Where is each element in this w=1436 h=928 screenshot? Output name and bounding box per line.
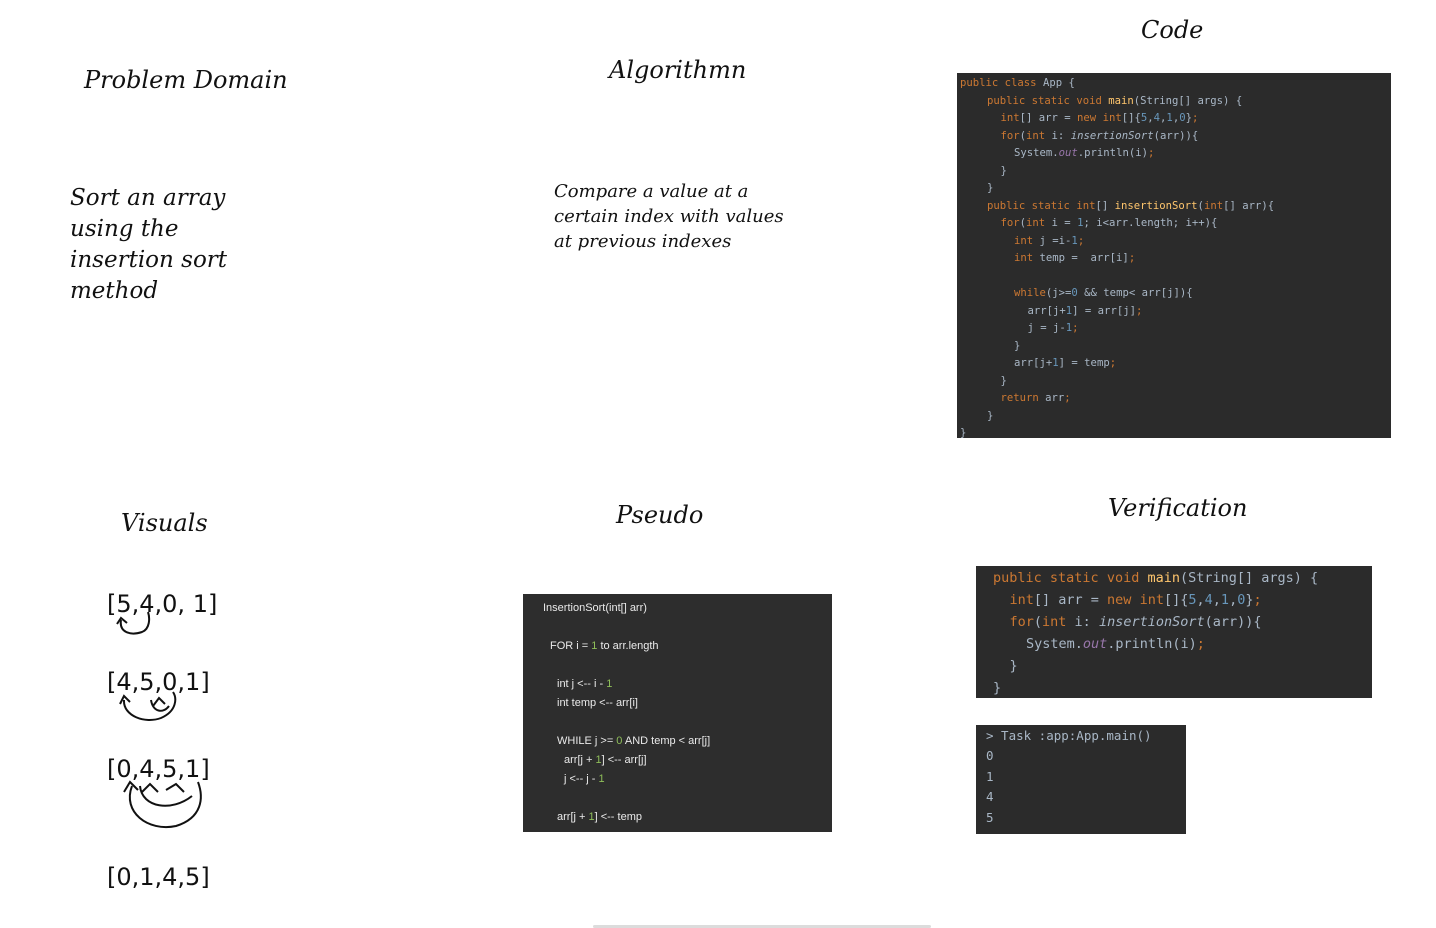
code-line: arr[j+1] = temp; xyxy=(1014,357,1117,369)
verification-code-line: for(int i: insertionSort(arr)){ xyxy=(1009,614,1262,630)
console-line: > Task :app:App.main() xyxy=(986,728,1152,743)
code-line: System.out.println(i); xyxy=(1014,147,1155,159)
code-line: j = j-1; xyxy=(1027,322,1079,334)
code-line: } xyxy=(1000,164,1007,177)
code-line: } xyxy=(1000,374,1007,387)
code-line: int[] arr = new int[]{5,4,1,0}; xyxy=(1000,112,1199,124)
code-line: int temp = arr[i]; xyxy=(1014,252,1136,264)
code-line: arr[j+1] = arr[j]; xyxy=(1027,304,1143,317)
algorithm-line: Compare a value at a xyxy=(554,181,749,202)
verification-code-line: } xyxy=(993,680,1002,696)
verification-heading: Verification xyxy=(1108,494,1248,522)
problem-domain-heading: Problem Domain xyxy=(84,66,288,94)
algorithm-heading: Algorithmn xyxy=(609,56,747,84)
console-line: 0 xyxy=(986,748,994,764)
code-line: for(int i = 1; i<arr.length; i++){ xyxy=(1000,217,1218,229)
swap-arrow-scribble-2 xyxy=(119,691,177,721)
code-line: while(j>=0 && temp< arr[j]){ xyxy=(1014,287,1193,299)
console-line: 4 xyxy=(986,789,994,805)
code-line: } xyxy=(960,427,967,438)
problem-description: Sort an array using the insertion sort m… xyxy=(70,183,227,307)
verification-code-line: System.out.println(i); xyxy=(1026,636,1205,652)
console-line: 5 xyxy=(986,809,994,825)
pseudo-line: j <-- j - 1 xyxy=(564,773,605,785)
visuals-heading: Visuals xyxy=(121,509,208,537)
verification-code-screenshot: public static void main(String[] args) {… xyxy=(976,566,1372,698)
algorithm-line: at previous indexes xyxy=(554,231,732,252)
console-output: > Task :app:App.main() 0 1 4 5 xyxy=(976,725,1186,834)
code-line: public static void main(String[] args) { xyxy=(987,94,1243,107)
visual-array-final: [0,1,4,5] xyxy=(107,863,210,891)
code-screenshot: public class App { public static void mai… xyxy=(957,73,1391,438)
swap-arrow-scribble-3 xyxy=(123,780,202,829)
code-line: public static int[] insertionSort(int[] … xyxy=(987,199,1275,212)
algorithm-description: Compare a value at a certain index with … xyxy=(554,179,784,254)
problem-line: using the xyxy=(70,216,179,242)
code-line: public class App { xyxy=(960,77,1075,89)
pseudo-line: FOR i = 1 to arr.length xyxy=(550,640,659,652)
code-line: int j =i-1; xyxy=(1014,234,1085,247)
code-line: } xyxy=(987,409,994,422)
swap-arrow-scribble-1 xyxy=(116,611,151,635)
problem-line: method xyxy=(70,278,159,304)
problem-line: Sort an array xyxy=(70,185,226,211)
pseudo-line: arr[j + 1] <-- arr[j] xyxy=(564,754,647,766)
code-line: } xyxy=(1014,339,1021,352)
verification-code-line: int[] arr = new int[]{5,4,1,0}; xyxy=(1009,592,1262,608)
code-line: return arr; xyxy=(1000,392,1071,404)
verification-code-line: public static void main(String[] args) { xyxy=(993,570,1319,586)
algorithm-line: certain index with values xyxy=(554,206,784,227)
code-line: } xyxy=(987,182,994,194)
pseudo-heading: Pseudo xyxy=(616,501,704,529)
code-heading: Code xyxy=(1141,16,1204,44)
pseudo-line: int temp <-- arr[i] xyxy=(557,697,638,709)
problem-line: insertion sort xyxy=(70,247,228,273)
verification-code-line: } xyxy=(1009,658,1018,674)
pseudo-line: arr[j + 1] <-- temp xyxy=(557,811,642,823)
pseudo-line: InsertionSort(int[] arr) xyxy=(543,602,647,614)
console-line: 1 xyxy=(986,768,994,784)
pseudo-line: WHILE j >= 0 AND temp < arr[j] xyxy=(557,735,711,747)
pseudo-line: int j <-- i - 1 xyxy=(557,678,613,690)
pseudo-code-block: InsertionSort(int[] arr) FOR i = 1 to arr… xyxy=(523,594,832,832)
code-line: for(int i: insertionSort(arr)){ xyxy=(1000,129,1199,142)
